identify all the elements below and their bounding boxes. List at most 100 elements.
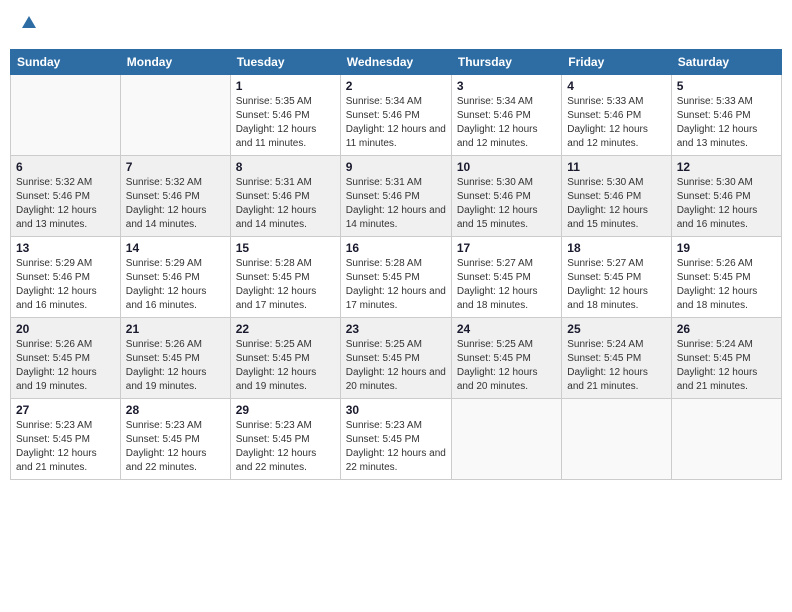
day-number: 1: [236, 79, 335, 93]
calendar-cell: 2 Sunrise: 5:34 AM Sunset: 5:46 PM Daylig…: [340, 75, 451, 156]
day-info: Sunrise: 5:25 AM Sunset: 5:45 PM Dayligh…: [236, 338, 335, 394]
calendar-cell: 17 Sunrise: 5:27 AM Sunset: 5:45 PM Dayli…: [451, 237, 561, 318]
calendar-day-header: Monday: [120, 50, 230, 75]
day-number: 13: [16, 241, 115, 255]
day-number: 6: [16, 160, 115, 174]
calendar-header-row: SundayMondayTuesdayWednesdayThursdayFrid…: [11, 50, 782, 75]
calendar-cell: 20 Sunrise: 5:26 AM Sunset: 5:45 PM Dayli…: [11, 318, 121, 399]
day-number: 5: [677, 79, 776, 93]
day-number: 28: [126, 403, 225, 417]
calendar-day-header: Tuesday: [230, 50, 340, 75]
day-info: Sunrise: 5:34 AM Sunset: 5:46 PM Dayligh…: [457, 95, 556, 151]
calendar-cell: 13Sunrise: 5:29 AM Sunset: 5:46 PM Dayli…: [11, 237, 121, 318]
calendar-cell: 3 Sunrise: 5:34 AM Sunset: 5:46 PM Daylig…: [451, 75, 561, 156]
day-number: 25: [567, 322, 665, 336]
calendar-cell: 18 Sunrise: 5:27 AM Sunset: 5:45 PM Dayli…: [562, 237, 671, 318]
calendar-cell: 25 Sunrise: 5:24 AM Sunset: 5:45 PM Dayli…: [562, 318, 671, 399]
day-number: 11: [567, 160, 665, 174]
day-number: 3: [457, 79, 556, 93]
calendar-week-row: 1 Sunrise: 5:35 AM Sunset: 5:46 PM Daylig…: [11, 75, 782, 156]
day-info: Sunrise: 5:30 AM Sunset: 5:46 PM Dayligh…: [457, 176, 556, 232]
day-info: Sunrise: 5:23 AM Sunset: 5:45 PM Dayligh…: [346, 419, 446, 475]
day-info: Sunrise: 5:27 AM Sunset: 5:45 PM Dayligh…: [457, 257, 556, 313]
page-header: [10, 10, 782, 41]
calendar-week-row: 13 Sunrise: 5:29 AM Sunset: 5:46 PM Dayli…: [11, 237, 782, 318]
calendar-cell: 22 Sunrise: 5:25 AM Sunset: 5:45 PM Dayli…: [230, 318, 340, 399]
day-number: 10: [457, 160, 556, 174]
day-info: Sunrise: 5:34 AM Sunset: 5:46 PM Dayligh…: [346, 95, 446, 151]
day-info: Sunrise: 5:28 AM Sunset: 5:45 PM Dayligh…: [236, 257, 335, 313]
day-info: Sunrise: 5:23 AM Sunset: 5:45 PM Dayligh…: [16, 419, 115, 475]
day-number: 15: [236, 241, 335, 255]
day-number: 4: [567, 79, 665, 93]
calendar-cell: [671, 399, 781, 480]
day-info: Sunrise: 5:24 AM Sunset: 5:45 PM Dayligh…: [567, 338, 665, 394]
day-info: Sunrise: 5:26 AM Sunset: 5:45 PM Dayligh…: [677, 257, 776, 313]
calendar-cell: 30Sunrise: 5:23 AM Sunset: 5:45 PM Dayli…: [340, 399, 451, 480]
day-number: 2: [346, 79, 446, 93]
day-info: Sunrise: 5:25 AM Sunset: 5:45 PM Dayligh…: [346, 338, 446, 394]
calendar-cell: 14 Sunrise: 5:29 AM Sunset: 5:46 PM Dayli…: [120, 237, 230, 318]
calendar-cell: 8Sunrise: 5:31 AM Sunset: 5:46 PM Daylig…: [230, 156, 340, 237]
calendar-day-header: Thursday: [451, 50, 561, 75]
day-info: Sunrise: 5:30 AM Sunset: 5:46 PM Dayligh…: [567, 176, 665, 232]
day-info: Sunrise: 5:26 AM Sunset: 5:45 PM Dayligh…: [16, 338, 115, 394]
calendar-day-header: Friday: [562, 50, 671, 75]
day-info: Sunrise: 5:27 AM Sunset: 5:45 PM Dayligh…: [567, 257, 665, 313]
day-info: Sunrise: 5:26 AM Sunset: 5:45 PM Dayligh…: [126, 338, 225, 394]
day-info: Sunrise: 5:33 AM Sunset: 5:46 PM Dayligh…: [677, 95, 776, 151]
day-info: Sunrise: 5:24 AM Sunset: 5:45 PM Dayligh…: [677, 338, 776, 394]
day-number: 9: [346, 160, 446, 174]
calendar-cell: [11, 75, 121, 156]
day-number: 29: [236, 403, 335, 417]
calendar-cell: 23 Sunrise: 5:25 AM Sunset: 5:45 PM Dayli…: [340, 318, 451, 399]
calendar-week-row: 6 Sunrise: 5:32 AM Sunset: 5:46 PM Daylig…: [11, 156, 782, 237]
calendar-cell: 27 Sunrise: 5:23 AM Sunset: 5:45 PM Dayli…: [11, 399, 121, 480]
day-number: 18: [567, 241, 665, 255]
calendar-cell: 19 Sunrise: 5:26 AM Sunset: 5:45 PM Dayli…: [671, 237, 781, 318]
calendar-table: SundayMondayTuesdayWednesdayThursdayFrid…: [10, 49, 782, 480]
day-number: 16: [346, 241, 446, 255]
calendar-cell: 24 Sunrise: 5:25 AM Sunset: 5:45 PM Dayli…: [451, 318, 561, 399]
day-info: Sunrise: 5:31 AM Sunset: 5:46 PM Dayligh…: [346, 176, 446, 232]
day-number: 27: [16, 403, 115, 417]
day-number: 23: [346, 322, 446, 336]
day-info: Sunrise: 5:32 AM Sunset: 5:46 PM Dayligh…: [126, 176, 225, 232]
day-info: Sunrise: 5:23 AM Sunset: 5:45 PM Dayligh…: [236, 419, 335, 475]
day-number: 7: [126, 160, 225, 174]
calendar-week-row: 27 Sunrise: 5:23 AM Sunset: 5:45 PM Dayli…: [11, 399, 782, 480]
calendar-cell: 12Sunrise: 5:30 AM Sunset: 5:46 PM Dayli…: [671, 156, 781, 237]
logo: [18, 14, 38, 37]
day-number: 21: [126, 322, 225, 336]
day-info: Sunrise: 5:25 AM Sunset: 5:45 PM Dayligh…: [457, 338, 556, 394]
calendar-day-header: Sunday: [11, 50, 121, 75]
day-info: Sunrise: 5:32 AM Sunset: 5:46 PM Dayligh…: [16, 176, 115, 232]
day-info: Sunrise: 5:30 AM Sunset: 5:46 PM Dayligh…: [677, 176, 776, 232]
day-info: Sunrise: 5:23 AM Sunset: 5:45 PM Dayligh…: [126, 419, 225, 475]
calendar-cell: 5 Sunrise: 5:33 AM Sunset: 5:46 PM Daylig…: [671, 75, 781, 156]
day-number: 8: [236, 160, 335, 174]
day-number: 19: [677, 241, 776, 255]
calendar-cell: 7 Sunrise: 5:32 AM Sunset: 5:46 PM Daylig…: [120, 156, 230, 237]
calendar-cell: 11 Sunrise: 5:30 AM Sunset: 5:46 PM Dayli…: [562, 156, 671, 237]
day-number: 17: [457, 241, 556, 255]
calendar-cell: 15 Sunrise: 5:28 AM Sunset: 5:45 PM Dayli…: [230, 237, 340, 318]
calendar-cell: 4Sunrise: 5:33 AM Sunset: 5:46 PM Daylig…: [562, 75, 671, 156]
day-number: 26: [677, 322, 776, 336]
calendar-cell: 10 Sunrise: 5:30 AM Sunset: 5:46 PM Dayli…: [451, 156, 561, 237]
calendar-cell: 28 Sunrise: 5:23 AM Sunset: 5:45 PM Dayli…: [120, 399, 230, 480]
day-number: 14: [126, 241, 225, 255]
calendar-cell: 29 Sunrise: 5:23 AM Sunset: 5:45 PM Dayli…: [230, 399, 340, 480]
calendar-cell: 9 Sunrise: 5:31 AM Sunset: 5:46 PM Daylig…: [340, 156, 451, 237]
calendar-cell: 26 Sunrise: 5:24 AM Sunset: 5:45 PM Dayli…: [671, 318, 781, 399]
calendar-cell: 21 Sunrise: 5:26 AM Sunset: 5:45 PM Dayli…: [120, 318, 230, 399]
day-number: 24: [457, 322, 556, 336]
calendar-cell: 6 Sunrise: 5:32 AM Sunset: 5:46 PM Daylig…: [11, 156, 121, 237]
calendar-cell: 16Sunrise: 5:28 AM Sunset: 5:45 PM Dayli…: [340, 237, 451, 318]
day-number: 22: [236, 322, 335, 336]
day-number: 20: [16, 322, 115, 336]
day-info: Sunrise: 5:29 AM Sunset: 5:46 PM Dayligh…: [126, 257, 225, 313]
calendar-cell: [562, 399, 671, 480]
calendar-cell: 1 Sunrise: 5:35 AM Sunset: 5:46 PM Daylig…: [230, 75, 340, 156]
day-info: Sunrise: 5:35 AM Sunset: 5:46 PM Dayligh…: [236, 95, 335, 151]
